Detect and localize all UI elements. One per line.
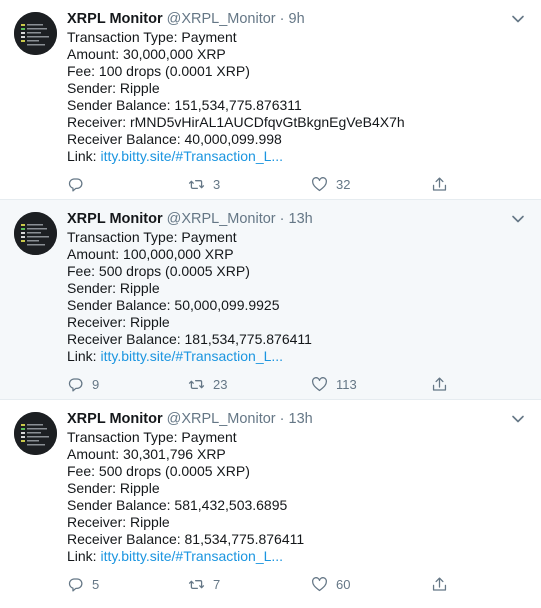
tweet[interactable]: XRPL Monitor @XRPL_Monitor · 13h Transac… — [0, 400, 541, 600]
display-name[interactable]: XRPL Monitor — [67, 211, 163, 227]
tweet-text-line: Transaction Type: Payment — [67, 229, 237, 245]
tweet-body: XRPL Monitor @XRPL_Monitor · 13h Transac… — [67, 210, 527, 365]
tweet-text-line: Fee: 500 drops (0.0005 XRP) — [67, 263, 250, 279]
share-icon — [432, 376, 447, 391]
tweet-text-line: Sender: Ripple — [67, 280, 160, 296]
retweet-button[interactable]: 3 — [188, 174, 220, 194]
like-count: 60 — [336, 576, 351, 592]
share-button[interactable] — [431, 374, 448, 394]
avatar[interactable] — [14, 212, 57, 255]
tweet-text-line: Sender: Ripple — [67, 80, 160, 96]
retweet-count: 23 — [213, 376, 228, 392]
chevron-down-icon[interactable] — [511, 212, 525, 226]
handle[interactable]: @XRPL_Monitor — [167, 11, 276, 27]
timestamp[interactable]: 13h — [289, 211, 313, 227]
tweet-header: XRPL Monitor @XRPL_Monitor · 13h — [67, 410, 527, 429]
tweet-text-line: Amount: 100,000,000 XRP — [67, 246, 234, 262]
handle[interactable]: @XRPL_Monitor — [167, 211, 276, 227]
separator-dot: · — [279, 411, 285, 427]
retweet-icon — [188, 379, 205, 389]
retweet-button[interactable]: 23 — [188, 374, 227, 394]
tweet-text-line: Receiver Balance: 181,534,775.876411 — [67, 331, 312, 347]
tweet-feed: XRPL Monitor @XRPL_Monitor · 9h Transact… — [0, 0, 541, 600]
tweet-body: XRPL Monitor @XRPL_Monitor · 9h Transact… — [67, 10, 527, 165]
share-icon — [432, 576, 447, 591]
tweet-header: XRPL Monitor @XRPL_Monitor · 9h — [67, 10, 527, 29]
display-name[interactable]: XRPL Monitor — [67, 411, 163, 427]
tweet-actions: 9 23 113 — [67, 374, 457, 394]
share-button[interactable] — [431, 174, 448, 194]
retweet-count: 7 — [213, 576, 221, 592]
reply-button[interactable] — [67, 174, 92, 194]
tweet-text-line: Transaction Type: Payment — [67, 29, 237, 45]
retweet-icon — [188, 579, 205, 589]
heart-icon — [312, 176, 327, 191]
tweet-text-line: Fee: 100 drops (0.0001 XRP) — [67, 63, 250, 79]
timestamp[interactable]: 9h — [289, 11, 305, 27]
tweet-actions: 5 7 60 — [67, 574, 457, 594]
tweet-text-line: Sender: Ripple — [67, 480, 160, 496]
tweet-text-line: Sender Balance: 50,000,099.9925 — [67, 297, 280, 313]
heart-icon — [312, 376, 327, 391]
reply-button[interactable]: 5 — [67, 574, 99, 594]
heart-icon — [312, 576, 327, 591]
avatar[interactable] — [14, 412, 57, 455]
like-count: 32 — [336, 176, 351, 192]
tweet-text-line: Amount: 30,000,000 XRP — [67, 46, 226, 62]
link-label: Link: — [67, 148, 101, 164]
tweet-text-line: Receiver Balance: 40,000,099.998 — [67, 131, 282, 147]
tweet-text-line: Receiver Balance: 81,534,775.876411 — [67, 531, 305, 547]
transaction-link[interactable]: itty.bitty.site/#Transaction_L... — [100, 148, 283, 164]
reply-count: 9 — [92, 376, 100, 392]
share-icon — [432, 176, 447, 191]
tweet-text-line: Receiver: Ripple — [67, 514, 170, 530]
transaction-link[interactable]: itty.bitty.site/#Transaction_L... — [100, 348, 283, 364]
like-button[interactable]: 113 — [311, 374, 357, 394]
separator-dot: · — [279, 11, 285, 27]
like-button[interactable]: 32 — [311, 174, 350, 194]
handle[interactable]: @XRPL_Monitor — [167, 411, 276, 427]
tweet-actions: 3 32 — [67, 174, 457, 194]
separator-dot: · — [279, 211, 285, 227]
tweet-link-line: Link: itty.bitty.site/#Transaction_L... — [67, 148, 527, 165]
reply-button[interactable]: 9 — [67, 374, 99, 394]
retweet-count: 3 — [213, 176, 221, 192]
like-button[interactable]: 60 — [311, 574, 350, 594]
share-button[interactable] — [431, 574, 448, 594]
like-count: 113 — [336, 376, 357, 392]
tweet-text-line: Amount: 30,301,796 XRP — [67, 446, 226, 462]
tweet[interactable]: XRPL Monitor @XRPL_Monitor · 13h Transac… — [0, 200, 541, 400]
timestamp[interactable]: 13h — [289, 411, 313, 427]
chevron-down-icon[interactable] — [511, 12, 525, 26]
retweet-icon — [188, 179, 205, 189]
tweet-text-line: Fee: 500 drops (0.0005 XRP) — [67, 463, 250, 479]
tweet-text-line: Transaction Type: Payment — [67, 429, 237, 445]
tweet-text-line: Sender Balance: 581,432,503.6895 — [67, 497, 288, 513]
avatar[interactable] — [14, 12, 57, 55]
reply-count: 5 — [92, 576, 100, 592]
display-name[interactable]: XRPL Monitor — [67, 11, 163, 27]
tweet[interactable]: XRPL Monitor @XRPL_Monitor · 9h Transact… — [0, 0, 541, 200]
tweet-link-line: Link: itty.bitty.site/#Transaction_L... — [67, 348, 527, 365]
tweet-text-line: Sender Balance: 151,534,775.876311 — [67, 97, 302, 113]
link-label: Link: — [67, 548, 101, 564]
link-label: Link: — [67, 348, 101, 364]
tweet-link-line: Link: itty.bitty.site/#Transaction_L... — [67, 548, 527, 565]
tweet-text-line: Receiver: rMND5vHirAL1AUCDfqvGtBkgnEgVeB… — [67, 114, 405, 130]
retweet-button[interactable]: 7 — [188, 574, 220, 594]
chevron-down-icon[interactable] — [511, 412, 525, 426]
reply-icon — [68, 577, 83, 592]
reply-icon — [68, 177, 83, 192]
tweet-text-line: Receiver: Ripple — [67, 314, 170, 330]
tweet-body: XRPL Monitor @XRPL_Monitor · 13h Transac… — [67, 410, 527, 565]
tweet-header: XRPL Monitor @XRPL_Monitor · 13h — [67, 210, 527, 229]
transaction-link[interactable]: itty.bitty.site/#Transaction_L... — [100, 548, 283, 564]
reply-icon — [68, 377, 83, 392]
